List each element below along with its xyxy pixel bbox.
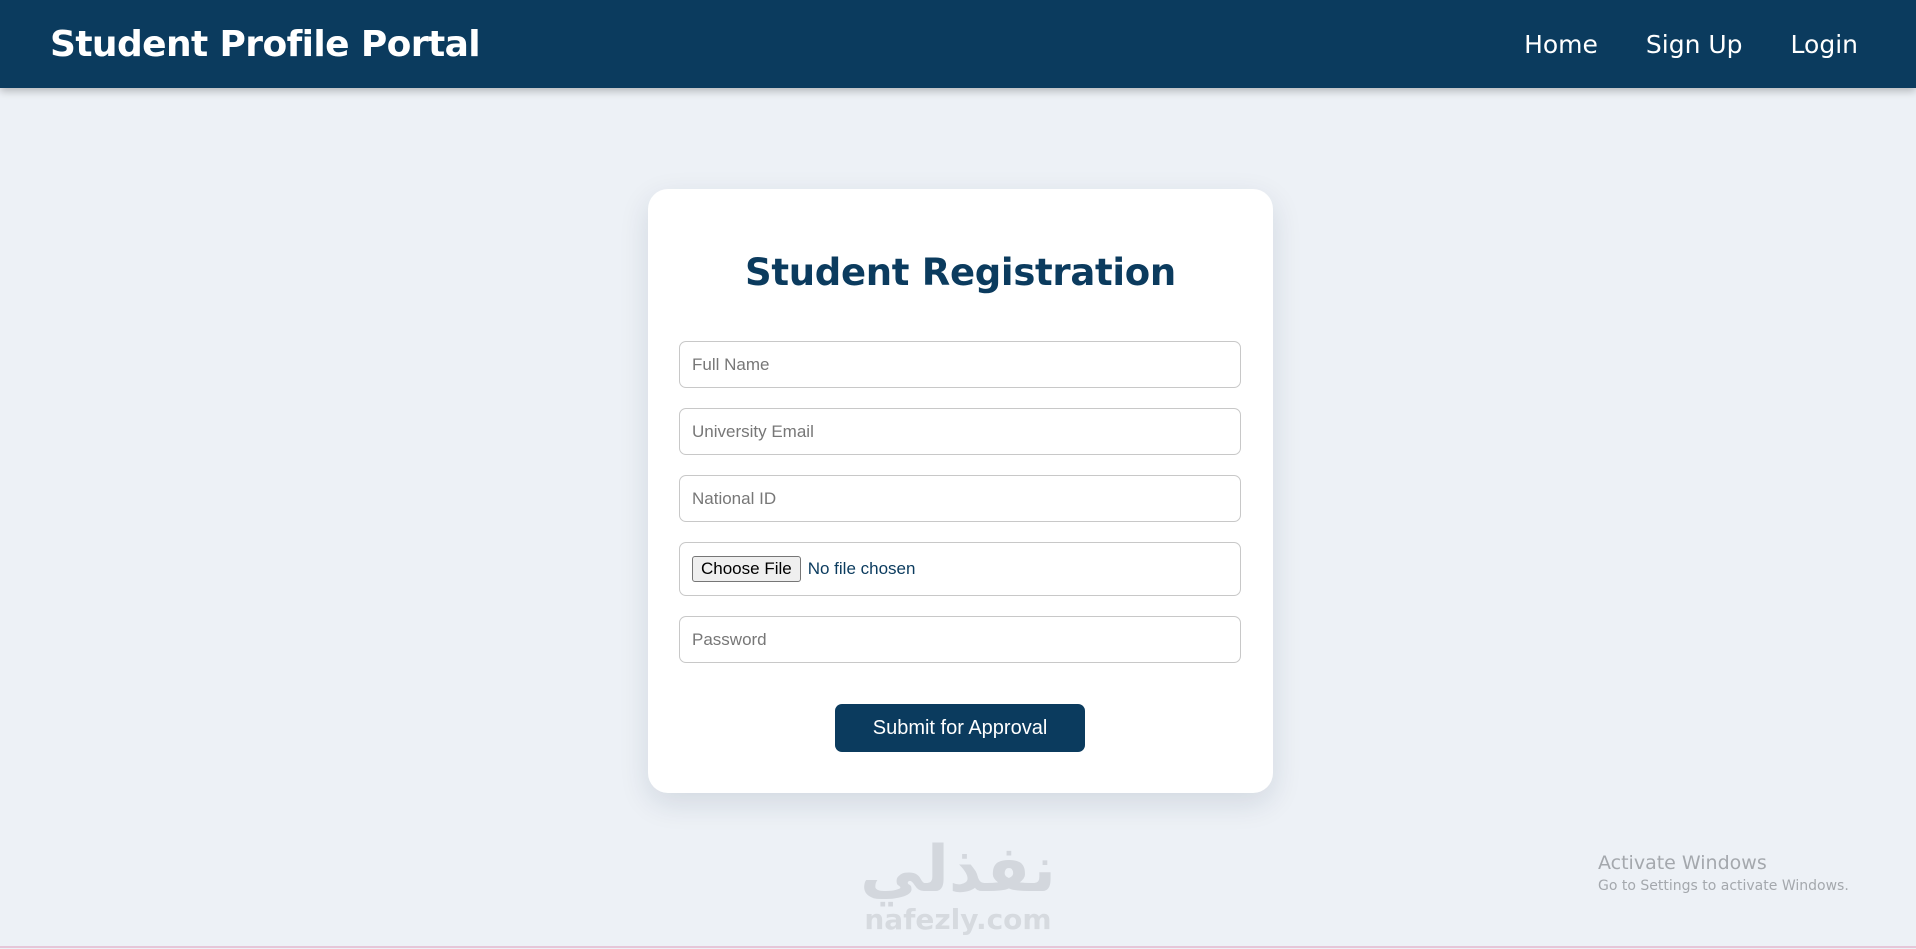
- nav-link-login[interactable]: Login: [1791, 30, 1858, 59]
- national-id-input[interactable]: [679, 475, 1241, 522]
- full-name-input[interactable]: [679, 341, 1241, 388]
- file-status-text: No file chosen: [807, 559, 916, 578]
- watermark-url: nafezly.com: [864, 903, 1052, 936]
- windows-activation-notice: Activate Windows Go to Settings to activ…: [1598, 852, 1849, 894]
- nav-link-sign-up[interactable]: Sign Up: [1646, 30, 1743, 59]
- password-input[interactable]: [679, 616, 1241, 663]
- nafezly-watermark: نفذلي nafezly.com: [848, 835, 1068, 945]
- activate-windows-title: Activate Windows: [1598, 852, 1767, 874]
- brand-title[interactable]: Student Profile Portal: [50, 24, 481, 65]
- watermark-arabic-logo: نفذلي: [860, 833, 1056, 907]
- submit-for-approval-button[interactable]: Submit for Approval: [835, 704, 1085, 752]
- form-title: Student Registration: [745, 251, 1176, 294]
- top-navbar: Student Profile Portal Home Sign Up Logi…: [0, 0, 1916, 88]
- choose-file-button[interactable]: Choose File: [692, 556, 801, 582]
- file-upload-field: Choose File No file chosen: [679, 542, 1241, 596]
- university-email-input[interactable]: [679, 408, 1241, 455]
- activate-windows-subtitle: Go to Settings to activate Windows.: [1598, 878, 1849, 894]
- registration-card: Student Registration Choose File No file…: [648, 189, 1273, 793]
- nav-link-home[interactable]: Home: [1524, 30, 1598, 59]
- bottom-divider: [0, 946, 1916, 948]
- nav-links: Home Sign Up Login: [1476, 30, 1858, 59]
